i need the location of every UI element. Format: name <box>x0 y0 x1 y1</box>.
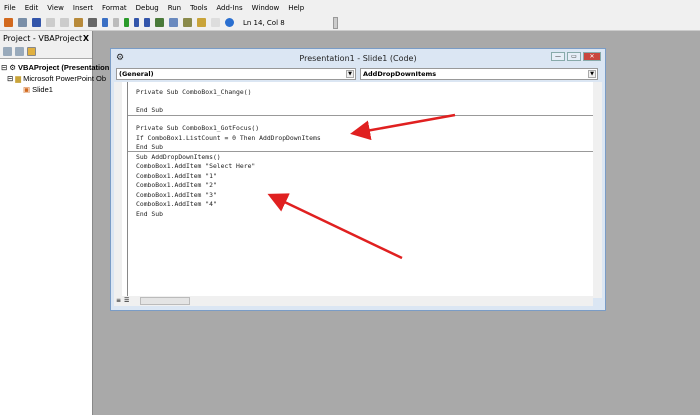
project-icon: ⚙ <box>9 63 17 72</box>
collapse-icon[interactable]: ⊟ <box>7 74 13 83</box>
project-title-bar: Project - VBAProject X <box>0 31 92 45</box>
view-code-icon[interactable] <box>3 47 12 56</box>
tree-item-vbaproject[interactable]: ⊟ ⚙ VBAProject (Presentation <box>1 62 109 73</box>
project-explorer: Project - VBAProject X ⊟ ⚙ VBAProject (Pre… <box>0 31 109 415</box>
tree-item-powerpoint-objects[interactable]: ⊟ ▆ Microsoft PowerPoint Ob <box>1 73 106 84</box>
toggle-folders-icon[interactable] <box>27 47 36 56</box>
project-title: Project - VBAProject <box>3 33 83 43</box>
tree-label: Microsoft PowerPoint Ob <box>23 74 107 83</box>
annotation-arrow <box>267 193 403 260</box>
project-toolbar <box>0 45 92 59</box>
close-icon[interactable]: X <box>83 34 89 43</box>
folder-icon: ▆ <box>15 74 22 83</box>
tree-item-slide1[interactable]: ▣ Slide1 <box>1 84 91 95</box>
tree-label: Slide1 <box>32 85 53 94</box>
annotation-arrow <box>350 113 456 141</box>
slide-icon: ▣ <box>23 85 31 94</box>
collapse-icon[interactable]: ⊟ <box>1 63 7 72</box>
tree-label: VBAProject (Presentation <box>18 63 110 72</box>
view-object-icon[interactable] <box>15 47 24 56</box>
